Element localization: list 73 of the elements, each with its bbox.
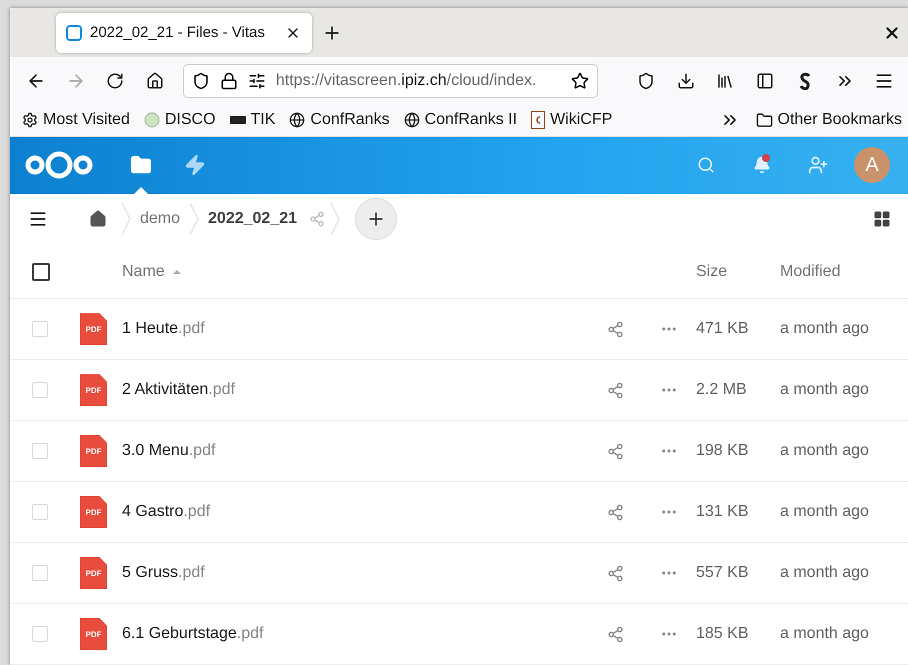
file-name[interactable]: 1 Heute.pdf: [122, 320, 588, 338]
shield-icon: [192, 72, 210, 90]
file-name[interactable]: 3.0 Menu.pdf: [122, 442, 588, 460]
chevron-icon: [188, 201, 200, 238]
pdf-icon: PDF: [80, 496, 107, 528]
row-checkbox[interactable]: [32, 321, 48, 338]
file-name[interactable]: 6.1 Geburtstage.pdf: [122, 625, 588, 643]
bookmark-label: ConfRanks II: [424, 111, 518, 130]
url-field[interactable]: https://vitascreen.ipiz.ch/cloud/index.: [182, 64, 598, 98]
lock-icon: [220, 72, 238, 90]
browser-tab[interactable]: 2022_02_21 - Files - Vitas: [56, 12, 312, 53]
bookmark-link[interactable]: Most Visited: [22, 111, 130, 130]
folder-icon: [130, 154, 152, 176]
name-column-header[interactable]: Name: [122, 262, 588, 281]
pdf-icon: PDF: [80, 435, 107, 468]
modified-time: a month ago: [780, 442, 870, 460]
url-text: https://vitascreen.ipiz.ch/cloud/index.: [276, 72, 538, 90]
other-bookmarks-link[interactable]: Other Bookmarks: [756, 111, 902, 130]
file-name[interactable]: 4 Gastro.pdf: [122, 503, 588, 522]
tab-title: 2022_02_21 - Files - Vitas: [90, 24, 266, 42]
globe-icon: [404, 112, 420, 128]
sphere-icon: [144, 112, 160, 128]
folder-icon: [756, 112, 773, 129]
modified-time: a month ago: [780, 320, 870, 338]
bookmark-label: ConfRanks: [310, 111, 390, 130]
chevron-icon: [120, 201, 132, 238]
window-icon: [66, 24, 82, 41]
bookmark-label: Most Visited: [43, 111, 130, 130]
pdf-icon: PDF: [80, 618, 107, 650]
bookmark-link[interactable]: ConfRanks: [289, 111, 390, 130]
file-name[interactable]: 2 Aktivitäten.pdf: [122, 381, 588, 400]
breadcrumb-link[interactable]: demo: [132, 210, 188, 228]
pdf-icon: PDF: [80, 313, 107, 346]
file-size: 471 KB: [696, 320, 750, 338]
bookmark-link[interactable]: DISCO: [144, 111, 216, 130]
modified-time: a month ago: [780, 381, 870, 400]
select-all-checkbox[interactable]: [32, 262, 50, 281]
logo-icon: [24, 150, 94, 180]
bookmark-label: Other Bookmarks: [778, 111, 902, 130]
bookmark-label: WikiCFP: [550, 111, 612, 130]
bookmark-link[interactable]: TIK: [230, 111, 276, 130]
bookmark-label: TIK: [250, 111, 276, 130]
modified-time: a month ago: [780, 625, 870, 643]
star-icon[interactable]: [571, 72, 590, 90]
document-icon: [531, 111, 546, 130]
lightning-icon: [184, 154, 206, 176]
add-button[interactable]: [355, 198, 398, 240]
globe-icon: [289, 112, 306, 128]
breadcrumb-link[interactable]: 2022_02_21: [200, 210, 306, 228]
modified-column-header[interactable]: Modified: [780, 262, 908, 281]
row-checkbox[interactable]: [32, 504, 48, 520]
bookmark-label: DISCO: [164, 111, 216, 130]
modified-time: a month ago: [780, 503, 870, 522]
modified-time: a month ago: [780, 564, 870, 582]
bookmark-link[interactable]: ConfRanks II: [404, 111, 518, 130]
pdf-icon: PDF: [80, 374, 107, 406]
file-size: 557 KB: [696, 564, 750, 582]
row-checkbox[interactable]: [32, 565, 48, 582]
bookmark-link[interactable]: WikiCFP: [531, 111, 612, 130]
file-size: 131 KB: [696, 503, 750, 522]
size-column-header[interactable]: Size: [696, 262, 780, 281]
sliders-icon: [248, 72, 266, 90]
file-name[interactable]: 5 Gruss.pdf: [122, 564, 588, 582]
file-size: 198 KB: [696, 442, 750, 460]
gear-icon: [22, 112, 38, 128]
row-checkbox[interactable]: [32, 382, 48, 398]
chevron-icon: [329, 201, 342, 238]
file-size: 2.2 MB: [696, 381, 748, 400]
row-checkbox[interactable]: [32, 443, 48, 460]
row-checkbox[interactable]: [32, 626, 48, 642]
file-size: 185 KB: [696, 625, 750, 643]
logo-icon: [230, 116, 246, 124]
pdf-icon: PDF: [80, 557, 107, 590]
